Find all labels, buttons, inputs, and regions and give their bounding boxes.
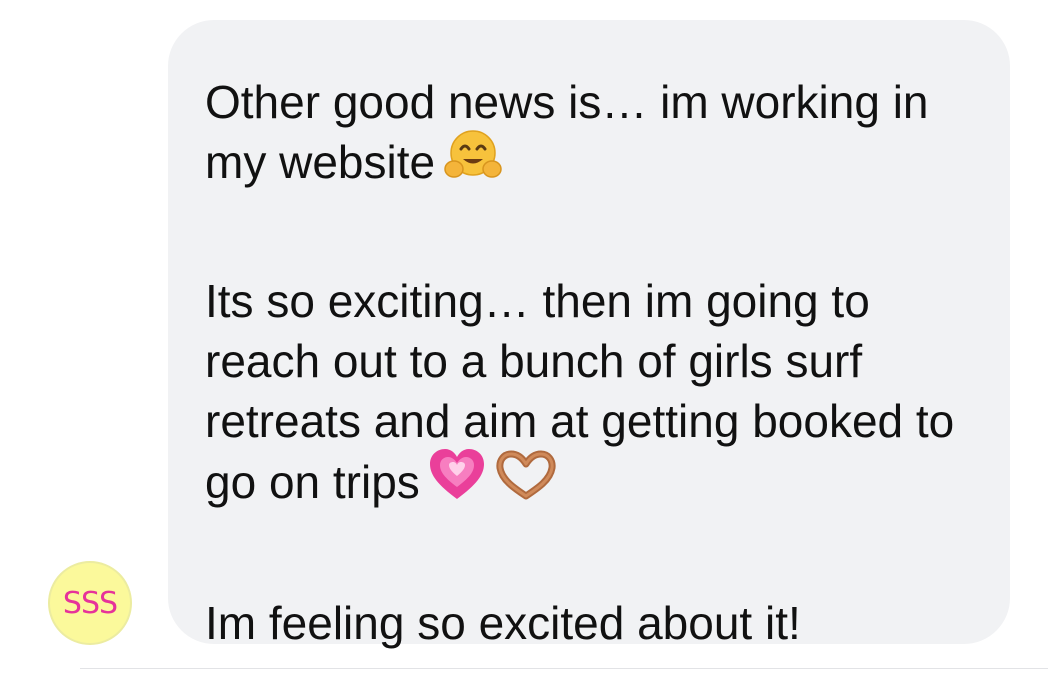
chat-thread: Other good news is… im working in my web… xyxy=(0,0,1048,673)
avatar[interactable]: SSS xyxy=(48,561,132,645)
message-text: Other good news is… im working in my web… xyxy=(205,76,929,188)
message-paragraph: Its so exciting… then im going to reach … xyxy=(205,271,970,521)
heart-hands-icon xyxy=(494,450,558,514)
hugging-face-icon xyxy=(443,129,503,195)
message-paragraph: Other good news is… im working in my web… xyxy=(205,72,970,199)
divider xyxy=(80,668,1048,669)
message-text: Im feeling so excited about it! xyxy=(205,596,801,649)
avatar-initials: SSS xyxy=(62,585,118,621)
message-bubble[interactable]: Other good news is… im working in my web… xyxy=(168,20,1010,649)
message-paragraph: Im feeling so excited about it! xyxy=(205,593,970,653)
message-text: Its so exciting… then im going to reach … xyxy=(205,274,955,508)
growing-heart-icon xyxy=(428,447,486,517)
